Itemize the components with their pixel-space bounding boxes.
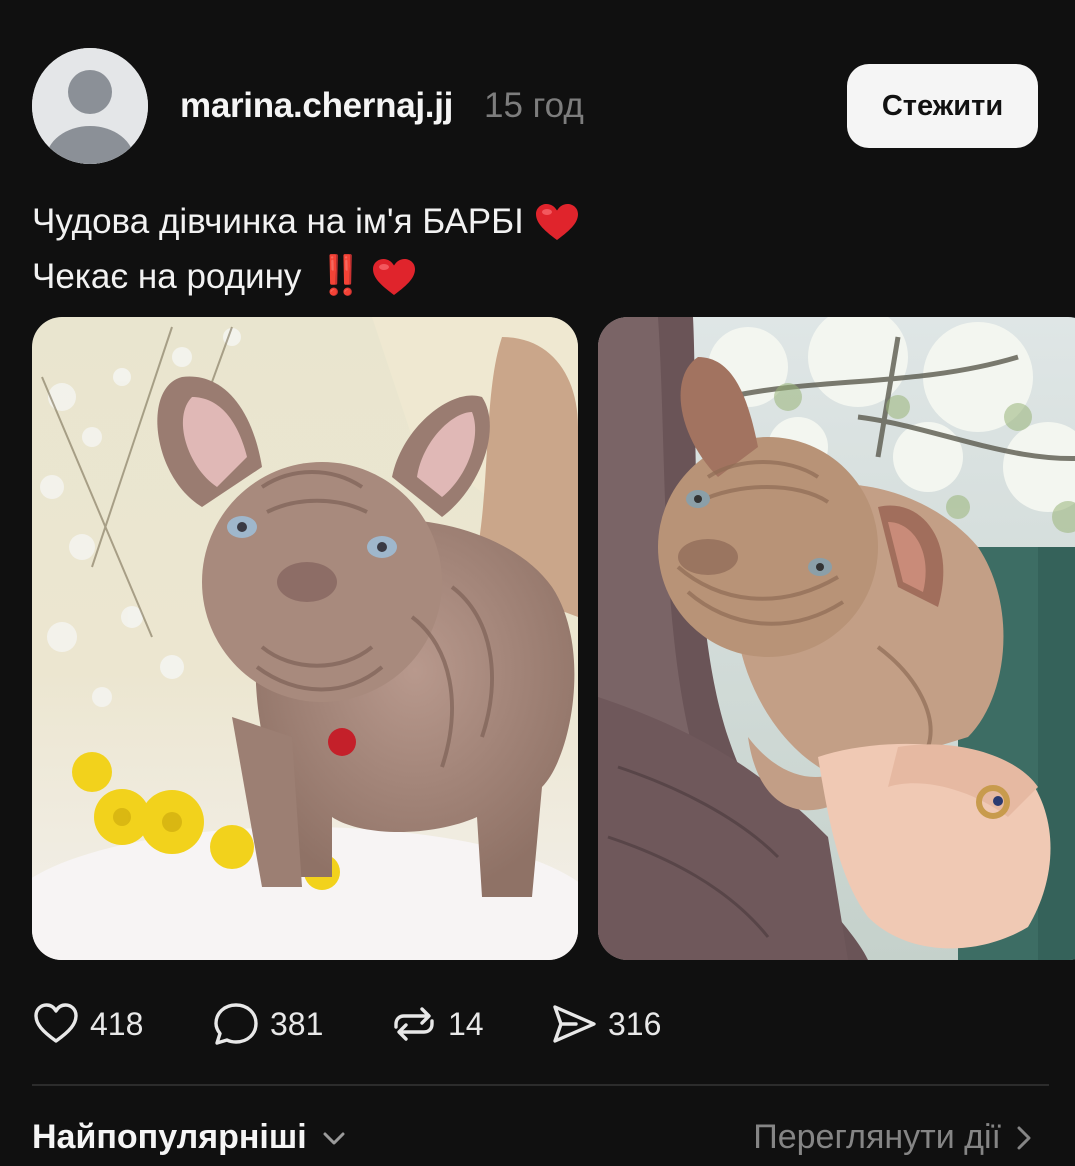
follow-button[interactable]: Стежити [847, 64, 1038, 148]
comment-button[interactable]: 381 [212, 1000, 390, 1048]
view-activity-label: Переглянути дії [753, 1118, 1001, 1156]
share-count: 316 [608, 1005, 662, 1042]
double-exclamation-icon: ‼️ [317, 255, 364, 297]
caption-line-1: Чудова дівчинка на ім'я БАРБІ [32, 202, 524, 241]
red-heart-icon [371, 257, 417, 297]
heart-outline-icon [34, 1003, 78, 1043]
puppy-photo-icon [32, 317, 578, 960]
post-image-1[interactable] [32, 317, 578, 960]
avatar[interactable] [32, 48, 148, 164]
caption-line-2: Чекає на родину [32, 257, 302, 296]
post-caption: Чудова дівчинка на ім'я БАРБІ Чекає на р… [32, 194, 580, 304]
repost-icon [394, 1007, 434, 1041]
sort-label: Найпопулярніші [32, 1118, 307, 1156]
sort-dropdown[interactable]: Найпопулярніші [32, 1118, 351, 1157]
divider [32, 1084, 1049, 1086]
like-button[interactable]: 418 [32, 1000, 212, 1048]
comment-count: 381 [270, 1005, 324, 1042]
repost-button[interactable]: 14 [390, 1000, 550, 1048]
default-avatar-icon [32, 48, 148, 164]
chevron-right-icon [1017, 1126, 1031, 1149]
puppy-held-photo-icon [598, 317, 1075, 960]
post-image-2[interactable] [598, 317, 1075, 960]
like-count: 418 [90, 1005, 144, 1042]
comment-bubble-icon [214, 1003, 258, 1045]
post-timestamp: 15 год [484, 86, 584, 125]
post-actions: 418 381 14 316 [32, 996, 661, 1052]
red-heart-icon [534, 202, 580, 242]
view-activity-link[interactable]: Переглянути дії [753, 1118, 1039, 1157]
share-button[interactable]: 316 [550, 1000, 661, 1048]
thread-post: marina.chernaj.jj 15 год Стежити Чудова … [0, 0, 1075, 1166]
author-username[interactable]: marina.chernaj.jj [180, 86, 453, 126]
send-icon [553, 1005, 596, 1043]
repost-count: 14 [448, 1005, 484, 1042]
chevron-down-icon [323, 1132, 345, 1144]
